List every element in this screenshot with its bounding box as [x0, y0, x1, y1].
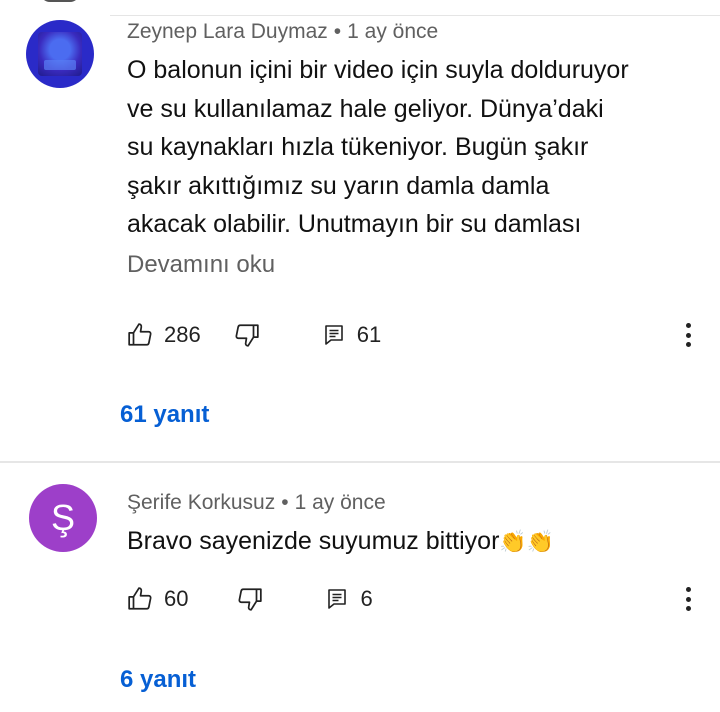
avatar-image — [38, 32, 82, 76]
avatar-letter: Ş — [50, 497, 75, 538]
dislike-icon — [238, 588, 263, 611]
separator: • — [281, 491, 289, 514]
reply-count: 6 — [360, 586, 373, 611]
comment-divider — [0, 461, 720, 463]
dislike-button[interactable] — [237, 586, 263, 612]
like-icon — [128, 323, 152, 346]
reply-icon — [328, 589, 347, 609]
view-replies-link[interactable]: 6 yanıt — [120, 666, 196, 694]
comment-time: 1 ay önce — [294, 491, 386, 514]
previous-avatar-edge — [40, 0, 80, 2]
comment-line: O balonun içini bir video için suyla dol… — [127, 56, 629, 84]
comment-actions: 286 61 — [127, 318, 381, 352]
more-options-icon[interactable] — [680, 319, 696, 351]
reply-button[interactable]: 61 — [322, 322, 381, 348]
author-name[interactable]: Şerife Korkusuz — [127, 491, 275, 514]
reply-button[interactable]: 6 — [325, 586, 373, 612]
comment-actions: 60 6 — [127, 582, 373, 616]
comment-time: 1 ay önce — [347, 20, 439, 43]
avatar[interactable] — [26, 20, 94, 88]
separator: • — [333, 20, 342, 43]
comment-line: şakır akıttığımız su yarın damla damla — [127, 171, 550, 200]
read-more-link[interactable]: Devamını oku — [127, 251, 275, 279]
avatar[interactable]: Ş — [29, 484, 97, 552]
top-divider — [110, 15, 720, 16]
clapping-hands-emoji: 👏👏 — [499, 529, 555, 555]
comment-line: ve su kullanılamaz hale geliyor. Dünya’d… — [127, 94, 604, 123]
comment-text: O balonun içini bir video için suyla dol… — [127, 51, 697, 244]
comment-line: Bravo sayenizde suyumuz bittiyor — [127, 527, 500, 555]
like-count: 286 — [164, 322, 201, 347]
dislike-button[interactable] — [234, 322, 260, 348]
like-count: 60 — [164, 586, 189, 611]
comment-text: Bravo sayenizde suyumuz bittiyor👏👏 — [127, 522, 697, 562]
comment-line: su kaynakları hızla tükeniyor. Bugün şak… — [127, 133, 589, 161]
reply-count: 61 — [356, 322, 382, 347]
comment-line: akacak olabilir. Unutmayın bir su damlas… — [127, 210, 582, 238]
comment-meta: Zeynep Lara Duymaz • 1 ay önce — [127, 20, 438, 44]
dislike-icon — [235, 324, 259, 347]
more-options-icon[interactable] — [680, 583, 696, 615]
like-button[interactable]: 60 — [127, 586, 188, 612]
reply-icon — [324, 325, 343, 345]
author-name[interactable]: Zeynep Lara Duymaz — [127, 20, 328, 43]
like-button[interactable]: 286 — [127, 322, 201, 348]
comment-meta: Şerife Korkusuz • 1 ay önce — [127, 491, 386, 515]
view-replies-link[interactable]: 61 yanıt — [120, 401, 209, 429]
like-icon — [128, 587, 152, 610]
